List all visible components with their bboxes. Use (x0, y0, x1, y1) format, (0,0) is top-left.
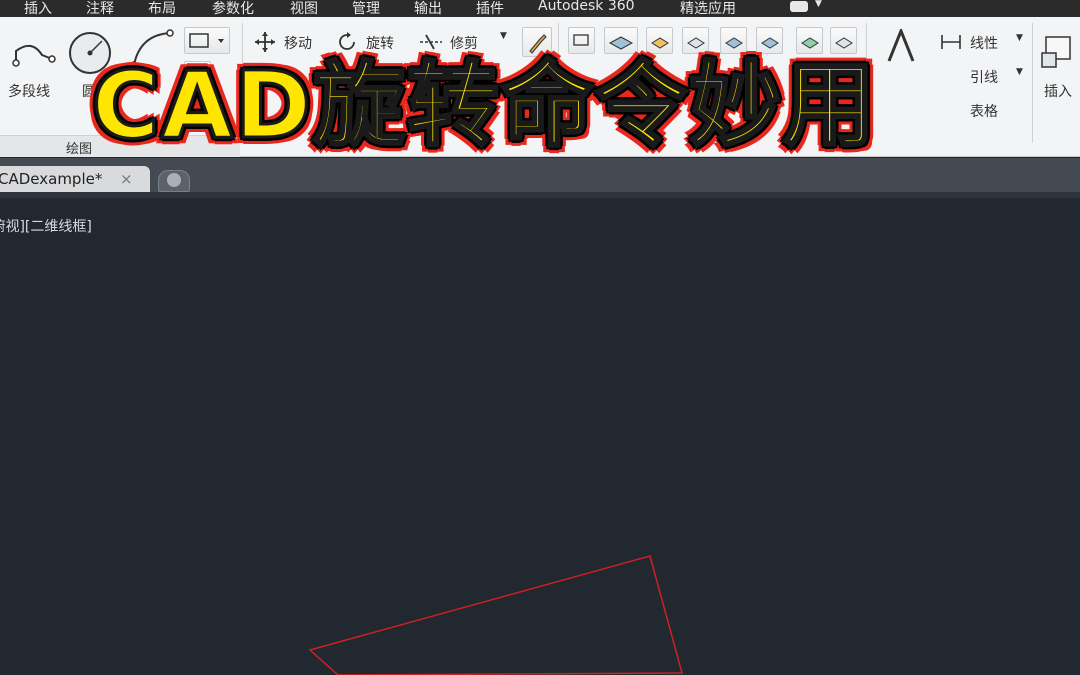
drawing-svg (308, 555, 683, 675)
menu-annotate[interactable]: 注释 (86, 0, 114, 18)
close-icon[interactable]: × (120, 170, 133, 188)
workspace-switch-icon[interactable] (790, 1, 808, 12)
menu-featured-apps[interactable]: 精选应用 (680, 0, 736, 18)
menu-autodesk-360[interactable]: Autodesk 360 (538, 0, 635, 14)
menu-output[interactable]: 输出 (414, 0, 442, 18)
document-tab[interactable]: CADexample* × (0, 166, 150, 194)
video-title-overlay: CAD旋转命令妙用 (91, 51, 878, 161)
menu-view[interactable]: 视图 (290, 0, 318, 18)
document-tab-label[interactable]: CADexample* (0, 170, 102, 188)
document-tab-bar: CADexample* × (0, 158, 1080, 198)
insert-label[interactable]: 插入 (1044, 81, 1072, 101)
chevron-down-icon[interactable]: ▼ (815, 0, 822, 9)
chevron-down-icon[interactable]: ▼ (1016, 33, 1023, 43)
chevron-down-icon[interactable]: ▼ (1016, 67, 1023, 77)
polyline-label: 多段线 (8, 84, 50, 100)
panel-divider (1032, 23, 1033, 143)
polyline-icon[interactable] (12, 33, 56, 77)
new-tab-button[interactable] (158, 170, 190, 192)
draw-panel-label: 绘图 (66, 142, 93, 157)
insert-block-icon[interactable] (1040, 31, 1078, 75)
menu-manage[interactable]: 管理 (352, 0, 380, 18)
rotated-rectangle[interactable] (308, 555, 683, 675)
menu-plugins[interactable]: 插件 (476, 0, 504, 18)
menu-bar: 插入 注释 布局 参数化 视图 管理 输出 插件 Autodesk 360 精选… (0, 0, 1080, 17)
plus-icon (167, 173, 181, 187)
menu-parametric[interactable]: 参数化 (212, 0, 254, 18)
menu-insert[interactable]: 插入 (24, 0, 52, 18)
drawing-canvas[interactable]: [俯视][二维线框] (0, 198, 1080, 675)
menu-layout[interactable]: 布局 (148, 0, 176, 18)
